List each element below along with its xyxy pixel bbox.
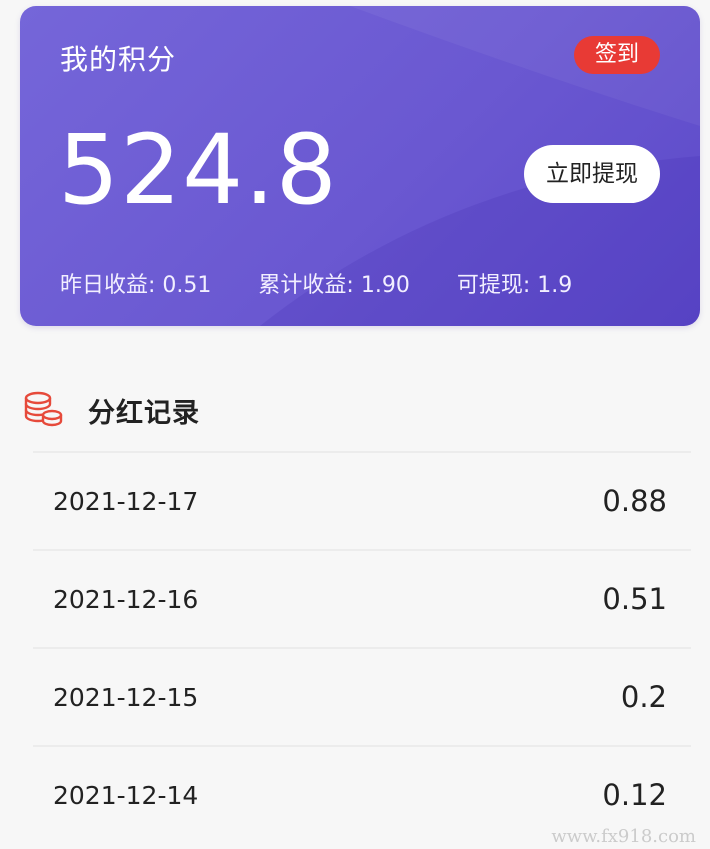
record-row[interactable]: 2021-12-15 0.2 [33, 647, 691, 745]
record-date: 2021-12-14 [53, 780, 199, 810]
record-row[interactable]: 2021-12-16 0.51 [33, 549, 691, 647]
record-date: 2021-12-15 [53, 682, 199, 712]
record-date: 2021-12-16 [53, 584, 199, 614]
points-value: 524.8 [58, 114, 338, 226]
watermark: www.fx918.com [551, 826, 696, 847]
stat-label: 昨日收益: [60, 273, 156, 298]
card-title: 我的积分 [60, 43, 177, 76]
record-value: 0.2 [620, 680, 667, 714]
stat-total-earnings: 累计收益: 1.90 [258, 268, 409, 304]
dividend-records-header: 分红记录 [22, 386, 200, 434]
earnings-stats: 昨日收益: 0.51 累计收益: 1.90 可提现: 1.9 [60, 268, 572, 304]
section-title: 分红记录 [88, 397, 200, 429]
coin-stack-icon [24, 391, 63, 427]
stat-label: 可提现: [456, 273, 531, 298]
stat-label: 累计收益: [258, 273, 354, 298]
record-date: 2021-12-17 [53, 486, 199, 516]
stat-yesterday-earnings: 昨日收益: 0.51 [60, 268, 211, 304]
stat-value: 0.51 [162, 273, 212, 298]
record-value: 0.12 [602, 778, 667, 812]
withdraw-now-button[interactable]: 立即提现 [524, 145, 660, 203]
signin-button[interactable]: 签到 [573, 36, 660, 74]
stat-value: 1.90 [360, 273, 410, 298]
record-value: 0.88 [602, 484, 667, 518]
stat-value: 1.9 [537, 273, 573, 298]
dividend-records-list: 2021-12-17 0.88 2021-12-16 0.51 2021-12-… [33, 451, 691, 843]
record-value: 0.51 [602, 582, 667, 616]
points-card: 我的积分 签到 524.8 立即提现 昨日收益: 0.51 累计收益: 1.90… [20, 6, 700, 326]
record-row[interactable]: 2021-12-17 0.88 [33, 451, 691, 549]
stat-withdrawable: 可提现: 1.9 [457, 268, 572, 304]
